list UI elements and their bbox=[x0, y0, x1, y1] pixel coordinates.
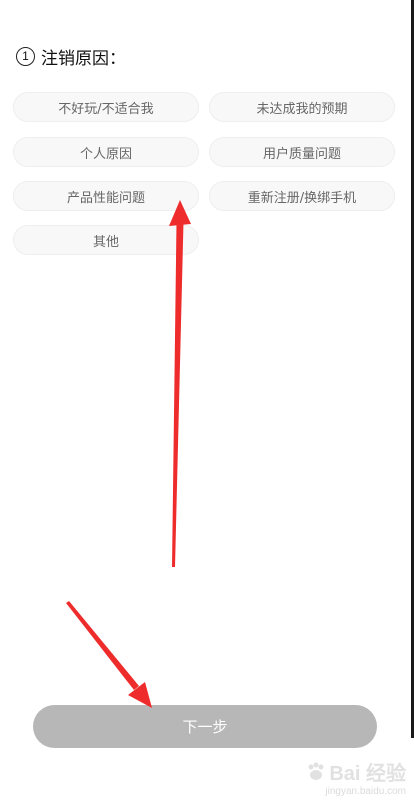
arrow-down-annotation bbox=[66, 601, 152, 708]
arrow-up-annotation bbox=[169, 200, 191, 567]
annotation-arrows bbox=[66, 200, 191, 708]
